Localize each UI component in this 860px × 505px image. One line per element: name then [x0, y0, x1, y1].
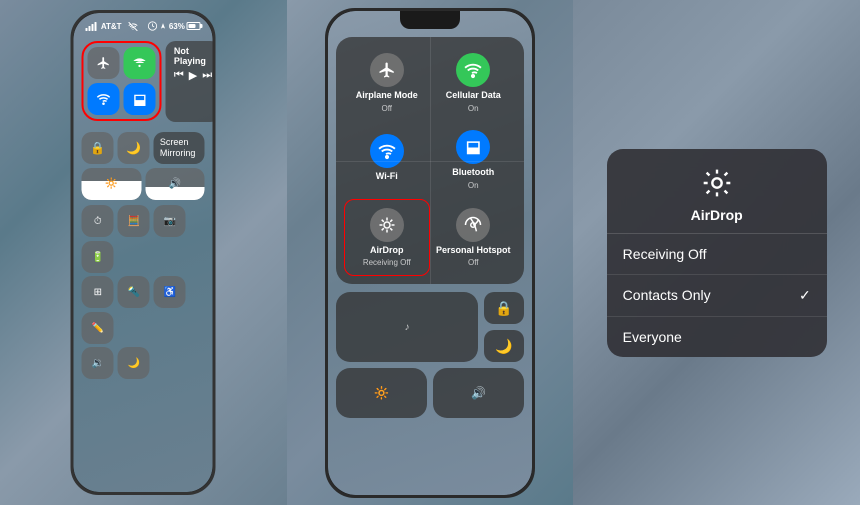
sleep-btn[interactable]: 🌙	[118, 347, 150, 379]
wifi-label: Wi-Fi	[376, 171, 398, 182]
rotation-btn-2[interactable]: 🔒	[484, 292, 524, 324]
timer-btn[interactable]: ⏱	[82, 205, 114, 237]
brightness-slider[interactable]: 🔆	[82, 168, 142, 200]
now-playing-widget: Not Playing ⏮ ▶ ⏭	[166, 41, 213, 122]
cellular-btn[interactable]	[124, 47, 156, 79]
phone-frame-2: Airplane Mode Off Cellular Data On	[325, 8, 535, 498]
now-playing-title: Not Playing	[174, 46, 212, 66]
hotspot-sub: Off	[468, 258, 479, 267]
carrier-label: AT&T	[101, 22, 122, 31]
airdrop-item[interactable]: AirDrop Receiving Off	[344, 199, 430, 277]
prev-btn[interactable]: ⏮	[174, 69, 184, 82]
airplane-mode-btn[interactable]	[88, 47, 120, 79]
airdrop-popup: AirDrop Receiving Off Contacts Only ✓ Ev…	[607, 149, 827, 357]
do-not-disturb-btn[interactable]: 🌙	[118, 132, 150, 164]
airdrop-popup-title: AirDrop	[691, 207, 743, 223]
signal-icon	[86, 22, 97, 31]
airdrop-popup-icon	[699, 165, 735, 201]
cellular-item[interactable]: Cellular Data On	[431, 45, 517, 121]
airdrop-label: AirDrop	[370, 245, 404, 256]
screen-mirroring-label: ScreenMirroring	[160, 137, 196, 159]
screen-mirroring-btn[interactable]: ScreenMirroring	[154, 132, 205, 164]
phone-frame-1: AT&T 63%	[71, 10, 216, 495]
accessibility-btn[interactable]: ♿	[154, 276, 186, 308]
airdrop-header: AirDrop	[607, 149, 827, 234]
airplane-sub: Off	[381, 104, 392, 113]
connectivity-grid: Airplane Mode Off Cellular Data On	[336, 37, 524, 284]
hotspot-item[interactable]: Personal Hotspot Off	[431, 199, 517, 277]
clock-icon	[148, 21, 158, 31]
rotation-lock-btn[interactable]: 🔒	[82, 132, 114, 164]
panel-3: AirDrop Receiving Off Contacts Only ✓ Ev…	[573, 0, 860, 505]
play-btn[interactable]: ▶	[189, 69, 197, 82]
airdrop-sub: Receiving Off	[363, 258, 411, 267]
camera-btn[interactable]: 📷	[154, 205, 186, 237]
notch	[400, 11, 460, 29]
contacts-only-label: Contacts Only	[623, 287, 711, 303]
airplane-mode-item[interactable]: Airplane Mode Off	[344, 45, 430, 121]
everyone-option[interactable]: Everyone	[607, 317, 827, 357]
airplane-label: Airplane Mode	[356, 90, 418, 101]
airdrop-options: Receiving Off Contacts Only ✓ Everyone	[607, 234, 827, 357]
next-btn[interactable]: ⏭	[202, 69, 212, 82]
bluetooth-btn[interactable]: ⬓	[124, 83, 156, 115]
wifi-btn[interactable]	[88, 83, 120, 115]
playback-controls: ⏮ ▶ ⏭	[174, 69, 212, 82]
calculator-btn[interactable]: 🧮	[118, 205, 150, 237]
wifi-item[interactable]: Wi-Fi	[344, 122, 430, 198]
receiving-off-label: Receiving Off	[623, 246, 707, 262]
music-widget[interactable]: ♪	[336, 292, 478, 362]
hotspot-label: Personal Hotspot	[436, 245, 511, 256]
pencil-btn[interactable]: ✏️	[82, 312, 114, 344]
status-bar-1: AT&T 63%	[74, 13, 213, 33]
bluetooth-item[interactable]: ⬓ Bluetooth On	[431, 122, 517, 198]
qr-btn[interactable]: ⊞	[82, 276, 114, 308]
battery-status-btn[interactable]: 🔋	[82, 241, 114, 273]
everyone-label: Everyone	[623, 329, 682, 345]
dnd-btn-2[interactable]: 🌙	[484, 330, 524, 362]
volume-slider-2[interactable]: 🔊	[433, 368, 524, 418]
cellular-sub: On	[468, 104, 479, 113]
connectivity-group: ⬓	[82, 41, 162, 121]
bluetooth-sub: On	[468, 181, 479, 190]
location-icon	[160, 21, 167, 31]
panel-1: AT&T 63%	[0, 0, 287, 505]
contacts-checkmark: ✓	[799, 287, 811, 304]
volume-slider[interactable]: 🔊	[145, 168, 205, 200]
cellular-label: Cellular Data	[446, 90, 501, 101]
panel-2: Airplane Mode Off Cellular Data On	[287, 0, 574, 505]
bluetooth-label: Bluetooth	[452, 167, 494, 178]
flashlight-btn[interactable]: 🔦	[118, 276, 150, 308]
battery-label: 63%	[169, 22, 185, 31]
volume2-btn[interactable]: 🔉	[82, 347, 114, 379]
wifi-icon	[128, 22, 137, 31]
brightness-slider-2[interactable]: 🔆	[336, 368, 427, 418]
receiving-off-option[interactable]: Receiving Off	[607, 234, 827, 275]
battery-icon	[187, 22, 201, 30]
contacts-only-option[interactable]: Contacts Only ✓	[607, 275, 827, 317]
